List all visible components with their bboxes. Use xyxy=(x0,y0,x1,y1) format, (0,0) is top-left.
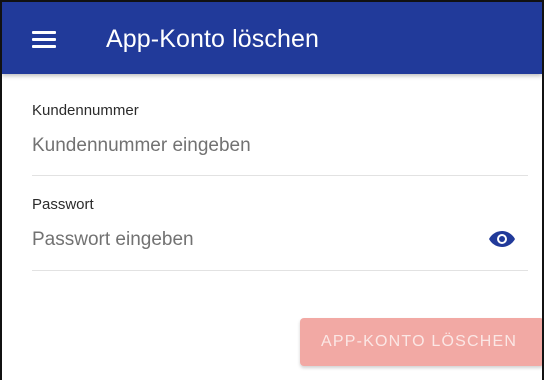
app-bar: App-Konto löschen xyxy=(2,2,542,74)
menu-icon[interactable] xyxy=(32,31,56,48)
page-title: App-Konto löschen xyxy=(106,25,319,53)
app-screen: App-Konto löschen Kundennummer Passwort … xyxy=(0,0,544,380)
customer-number-field: Kundennummer xyxy=(32,102,528,176)
menu-icon-line xyxy=(32,38,56,41)
menu-icon-line xyxy=(32,31,56,34)
password-label: Passwort xyxy=(32,196,94,213)
customer-number-label: Kundennummer xyxy=(32,102,139,119)
delete-app-account-button[interactable]: App-Konto löschen xyxy=(300,318,542,366)
menu-icon-line xyxy=(32,45,56,48)
password-field: Passwort xyxy=(32,196,528,271)
password-input[interactable] xyxy=(32,226,472,254)
eye-icon-graphic xyxy=(489,231,515,247)
eye-icon[interactable] xyxy=(488,230,516,248)
customer-number-input[interactable] xyxy=(32,132,472,160)
